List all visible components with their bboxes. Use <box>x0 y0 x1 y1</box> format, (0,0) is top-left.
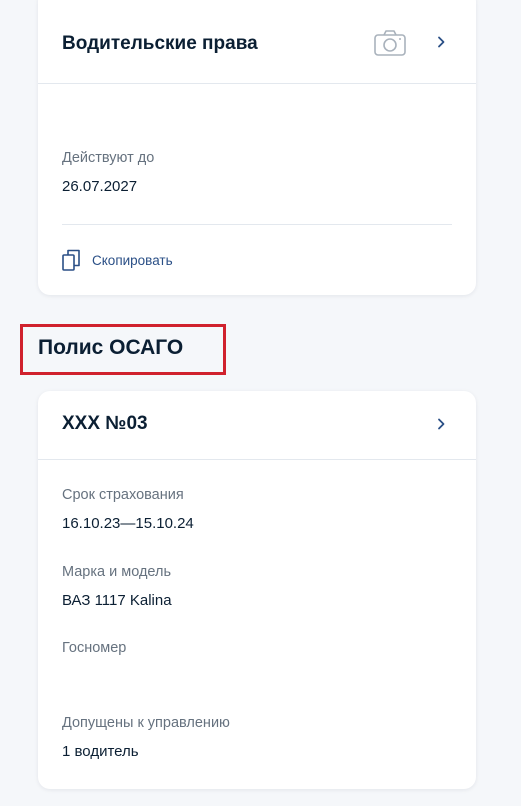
drivers-license-card: Водительские права Действуют до 26.07.20… <box>38 0 476 295</box>
osago-policy-card: ХХХ №03 Срок страхования 16.10.23—15.10.… <box>38 391 476 789</box>
divider <box>62 224 452 225</box>
osago-policy-card-header[interactable]: ХХХ №03 <box>38 391 476 460</box>
insurance-period-value: 16.10.23—15.10.24 <box>62 515 194 532</box>
chevron-right-icon[interactable] <box>436 36 446 48</box>
copy-button[interactable]: Скопировать <box>62 248 173 272</box>
osago-policy-number: ХХХ №03 <box>62 413 148 434</box>
valid-until-label: Действуют до <box>62 150 155 166</box>
copy-label: Скопировать <box>92 252 173 268</box>
make-model-value: ВАЗ 1117 Kalina <box>62 592 172 609</box>
drivers-license-title: Водительские права <box>62 33 258 54</box>
copy-icon <box>62 249 80 271</box>
allowed-drivers-value: 1 водитель <box>62 743 139 760</box>
valid-until-value: 26.07.2027 <box>62 178 138 195</box>
chevron-right-icon[interactable] <box>436 418 446 430</box>
drivers-license-card-header[interactable]: Водительские права <box>38 0 476 84</box>
osago-section-title: Полис ОСАГО <box>38 336 184 359</box>
insurance-period-label: Срок страхования <box>62 487 184 503</box>
plate-number-label: Госномер <box>62 640 127 656</box>
camera-icon[interactable] <box>374 30 406 56</box>
allowed-drivers-label: Допущены к управлению <box>62 715 230 731</box>
make-model-label: Марка и модель <box>62 564 172 580</box>
